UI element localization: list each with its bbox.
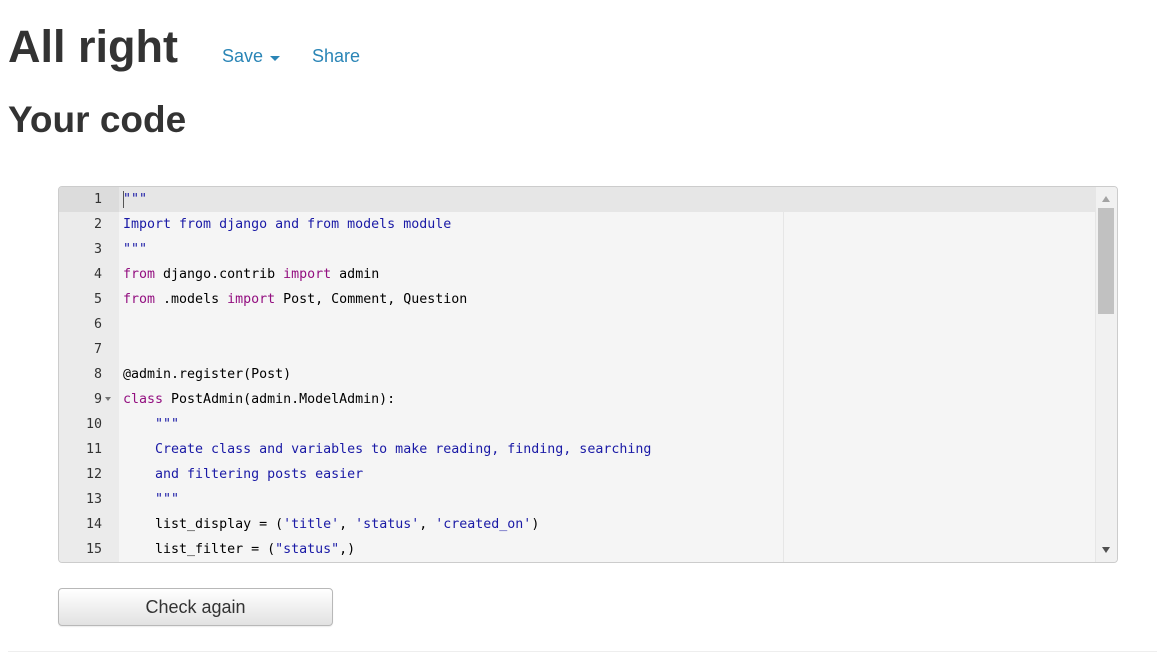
scroll-down-arrow-icon[interactable]	[1102, 547, 1110, 553]
code-text: Import from django and from models modul…	[123, 212, 451, 237]
line-number: 14	[85, 517, 102, 532]
code-token: """	[123, 492, 180, 507]
code-token: import	[283, 267, 332, 282]
line-number: 10	[85, 417, 102, 432]
save-label: Save	[221, 46, 264, 66]
code-token: )	[531, 517, 540, 532]
code-text: list_filter = ("status",)	[123, 537, 355, 562]
code-line[interactable]: 13 """	[59, 487, 1095, 512]
code-line[interactable]: 6	[59, 312, 1095, 337]
code-text: @admin.register(Post)	[123, 362, 291, 387]
code-token: class	[123, 392, 164, 407]
page-title: All right	[8, 21, 178, 72]
code-token: django.contrib	[155, 267, 284, 282]
line-number: 15	[85, 542, 102, 557]
line-number: 12	[85, 467, 102, 482]
code-line[interactable]: 10 """	[59, 412, 1095, 437]
code-text: list_display = ('title', 'status', 'crea…	[123, 512, 539, 537]
line-number: 6	[93, 317, 102, 332]
page-header: All right Save Share	[8, 20, 360, 74]
line-number: 3	[93, 242, 102, 257]
code-token: Import from django and from models modul…	[123, 217, 452, 232]
code-token: """	[123, 242, 148, 257]
code-line[interactable]: 9 class PostAdmin(admin.ModelAdmin):	[59, 387, 1095, 412]
code-line[interactable]: 3 """	[59, 237, 1095, 262]
code-token: list_display = (	[123, 517, 284, 532]
code-token: 'title'	[283, 517, 340, 532]
code-text: from .models import Post, Comment, Quest…	[123, 287, 467, 312]
code-token: PostAdmin(admin.ModelAdmin):	[163, 392, 396, 407]
text-cursor	[123, 191, 124, 208]
code-text: class PostAdmin(admin.ModelAdmin):	[123, 387, 395, 412]
line-number: 2	[93, 217, 102, 232]
code-text: and filtering posts easier	[123, 462, 363, 487]
code-token: .models	[155, 292, 228, 307]
code-token: list_filter = (	[123, 542, 276, 557]
code-line[interactable]: 7	[59, 337, 1095, 362]
code-token: 'created_on'	[435, 517, 532, 532]
line-number: 8	[93, 367, 102, 382]
code-line[interactable]: 8 @admin.register(Post)	[59, 362, 1095, 387]
code-token: @admin.register(Post)	[123, 367, 292, 382]
save-dropdown-button[interactable]: Save	[221, 46, 281, 67]
line-number: 13	[85, 492, 102, 507]
line-number: 7	[93, 342, 102, 357]
code-text: """	[123, 187, 147, 212]
code-token: """	[123, 192, 148, 207]
code-token: Create class and variables to make readi…	[123, 442, 652, 457]
code-lines[interactable]: 1 """ 2 Import from django and from models …	[59, 187, 1095, 562]
line-number: 11	[85, 442, 102, 457]
code-editor[interactable]: 1 """ 2 Import from django and from models …	[58, 186, 1118, 563]
code-line[interactable]: 2 Import from django and from models modu…	[59, 212, 1095, 237]
code-text: """	[123, 487, 179, 512]
code-line[interactable]: 11 Create class and variables to make re…	[59, 437, 1095, 462]
fold-arrow-icon[interactable]	[105, 397, 111, 401]
code-token: from	[123, 292, 156, 307]
code-token: admin	[331, 267, 380, 282]
code-token: import	[227, 292, 276, 307]
scroll-up-arrow-icon[interactable]	[1102, 196, 1110, 202]
code-token: ,	[419, 517, 436, 532]
code-line[interactable]: 5 from .models import Post, Comment, Ques…	[59, 287, 1095, 312]
line-number: 1	[93, 192, 102, 207]
share-link[interactable]: Share	[312, 46, 360, 67]
code-token: and filtering posts easier	[123, 467, 364, 482]
code-token: "status"	[275, 542, 340, 557]
bottom-divider	[8, 651, 1157, 652]
code-token: Post, Comment, Question	[275, 292, 468, 307]
code-line[interactable]: 12 and filtering posts easier	[59, 462, 1095, 487]
code-token: ,	[339, 517, 356, 532]
code-token: ,)	[339, 542, 356, 557]
code-text: """	[123, 412, 179, 437]
code-line[interactable]: 4 from django.contrib import admin	[59, 262, 1095, 287]
code-line[interactable]: 15 list_filter = ("status",)	[59, 537, 1095, 562]
check-again-button[interactable]: Check again	[58, 588, 333, 626]
line-number: 5	[93, 292, 102, 307]
code-text: from django.contrib import admin	[123, 262, 379, 287]
code-token: 'status'	[355, 517, 420, 532]
section-title: Your code	[8, 99, 187, 140]
line-number: 9	[93, 392, 102, 407]
code-token: from	[123, 267, 156, 282]
code-text: Create class and variables to make readi…	[123, 437, 651, 462]
scroll-thumb[interactable]	[1098, 208, 1114, 314]
code-token: """	[123, 417, 180, 432]
editor-scrollbar[interactable]	[1095, 187, 1117, 562]
caret-down-icon	[270, 55, 281, 61]
code-line[interactable]: 1 """	[59, 187, 1095, 212]
code-text: """	[123, 237, 147, 262]
line-number: 4	[93, 267, 102, 282]
code-line[interactable]: 14 list_display = ('title', 'status', 'c…	[59, 512, 1095, 537]
